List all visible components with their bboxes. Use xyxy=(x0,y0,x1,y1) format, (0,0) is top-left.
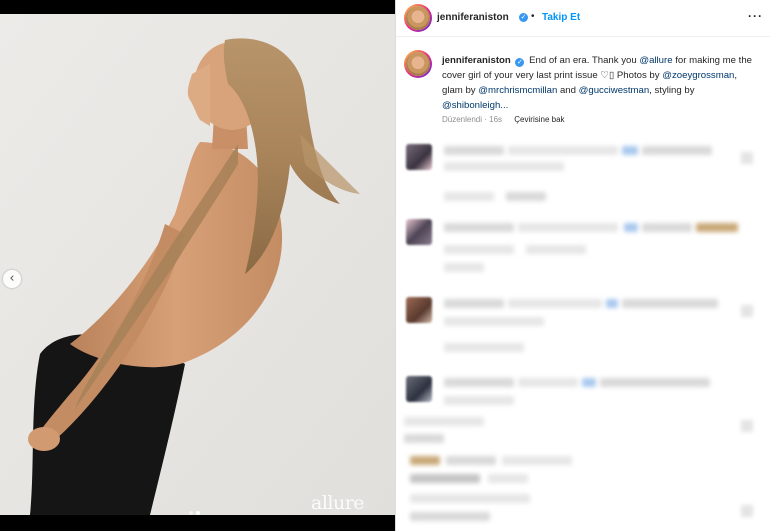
redacted-text xyxy=(444,192,494,201)
redacted-text xyxy=(444,263,484,272)
caption-username[interactable]: jenniferaniston xyxy=(442,55,511,66)
caption-meta: Düzenlendi · 16s Çevirisine bak xyxy=(442,115,565,124)
redacted-text xyxy=(410,474,480,483)
post-caption: jenniferaniston ✓ End of an era. Thank y… xyxy=(442,53,760,113)
more-horizontal-icon[interactable]: ··· xyxy=(748,9,763,23)
redacted-text xyxy=(410,456,440,465)
redacted-text xyxy=(444,223,514,232)
redacted-text xyxy=(606,299,618,308)
verified-badge-icon: ✓ xyxy=(515,58,525,67)
redacted-text xyxy=(444,146,504,155)
comments-list[interactable] xyxy=(396,135,770,531)
mention-link[interactable]: @shibonleigh... xyxy=(442,100,508,111)
redacted-text xyxy=(508,299,602,308)
verified-badge-icon: ✓ xyxy=(519,13,528,22)
post-image[interactable]: ‹ allure xyxy=(0,14,395,515)
caption-avatar[interactable] xyxy=(404,50,432,78)
comment-item xyxy=(396,372,770,443)
magazine-watermark: allure xyxy=(311,492,365,514)
redacted-text xyxy=(444,343,524,352)
comment-item xyxy=(396,215,770,275)
commenter-avatar[interactable] xyxy=(406,376,432,402)
redacted-text xyxy=(518,378,578,387)
redacted-text xyxy=(642,223,692,232)
media-bottom-bar xyxy=(0,515,395,531)
redacted-text xyxy=(444,396,514,405)
photo-illustration xyxy=(0,14,395,515)
redacted-text xyxy=(488,474,528,483)
mention-link[interactable]: @gucciwestman xyxy=(579,85,650,96)
redacted-text xyxy=(622,146,638,155)
redacted-text xyxy=(526,245,586,254)
like-comment-icon[interactable] xyxy=(741,152,753,164)
separator: • xyxy=(531,11,535,22)
redacted-text xyxy=(582,378,596,387)
media-top-bar xyxy=(0,0,395,14)
previous-slide-button[interactable]: ‹ xyxy=(3,270,21,288)
post-header: jenniferaniston ✓ • Takip Et ··· xyxy=(396,0,770,37)
like-comment-icon[interactable] xyxy=(741,505,753,517)
redacted-text xyxy=(410,494,530,503)
redacted-text xyxy=(404,417,484,426)
see-translation-link[interactable]: Çevirisine bak xyxy=(514,115,564,124)
comment-item xyxy=(396,140,770,201)
post-side-panel: jenniferaniston ✓ • Takip Et ··· jennife… xyxy=(395,0,770,531)
redacted-text xyxy=(508,146,618,155)
redacted-text xyxy=(444,317,544,326)
redacted-text xyxy=(642,146,712,155)
redacted-text xyxy=(600,378,710,387)
profile-avatar[interactable] xyxy=(404,4,432,32)
commenter-avatar[interactable] xyxy=(406,144,432,170)
caption-text: , styling by xyxy=(649,85,695,96)
mention-link[interactable]: @allure xyxy=(639,55,672,66)
follow-button[interactable]: Takip Et xyxy=(542,12,580,23)
mention-link[interactable]: @mrchrismcmillan xyxy=(478,85,557,96)
caption-text: End of an era. Thank you xyxy=(529,55,640,66)
commenter-avatar[interactable] xyxy=(406,219,432,245)
redacted-text xyxy=(696,223,738,232)
redacted-text xyxy=(444,378,514,387)
redacted-text xyxy=(444,245,514,254)
redacted-text xyxy=(622,299,718,308)
redacted-text xyxy=(624,223,638,232)
redacted-text xyxy=(444,299,504,308)
like-comment-icon[interactable] xyxy=(741,420,753,432)
redacted-text xyxy=(502,456,572,465)
redacted-text xyxy=(444,162,564,171)
redacted-text xyxy=(404,434,444,443)
redacted-text xyxy=(518,223,618,232)
chevron-left-icon: ‹ xyxy=(9,271,15,286)
redacted-text xyxy=(506,192,546,201)
redacted-text xyxy=(410,512,490,521)
mention-link[interactable]: @zoeygrossman xyxy=(662,70,734,81)
like-comment-icon[interactable] xyxy=(741,305,753,317)
comment-item xyxy=(396,293,770,353)
header-username[interactable]: jenniferaniston xyxy=(437,12,509,23)
comment-item xyxy=(396,450,770,530)
caption-text: and xyxy=(557,85,579,96)
redacted-text xyxy=(446,456,496,465)
edited-timestamp: Düzenlendi · 16s xyxy=(442,115,503,124)
commenter-avatar[interactable] xyxy=(406,297,432,323)
